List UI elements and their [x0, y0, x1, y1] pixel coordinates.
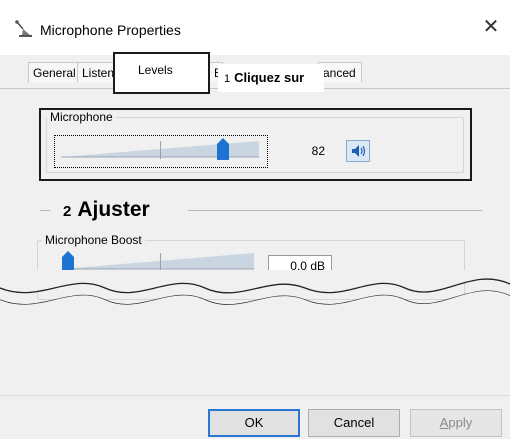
mute-button[interactable] — [346, 140, 370, 162]
divider-line — [40, 210, 50, 211]
microphone-slider-thumb[interactable] — [217, 138, 230, 160]
callout-text: Ajuster — [77, 198, 150, 221]
torn-edge-graphic — [0, 270, 510, 340]
boost-slider-track[interactable] — [62, 252, 254, 270]
tab-label: General — [33, 66, 76, 80]
callout-number: 1 — [224, 73, 231, 85]
tab-general[interactable]: General — [28, 62, 78, 82]
microphone-level-value: 82 — [277, 141, 331, 162]
callout-number: 2 — [63, 203, 72, 220]
tab-label: Levels — [138, 63, 173, 77]
speaker-volume-icon — [352, 145, 366, 157]
microphone-boost-group-label: Microphone Boost — [42, 233, 145, 247]
callout-step-2: 2 Ajuster — [63, 198, 150, 222]
footer-divider — [0, 395, 510, 396]
tab-label: anced — [323, 66, 356, 80]
close-button[interactable]: ✕ — [478, 14, 504, 40]
apply-button-label: pply — [448, 415, 473, 430]
title-bar: Microphone Properties ✕ — [0, 0, 510, 55]
callout-step-1: 1 Cliquez sur — [218, 64, 324, 92]
tab-listen[interactable]: Listen — [77, 62, 117, 82]
ok-button-label: OK — [244, 415, 264, 430]
cancel-button[interactable]: Cancel — [308, 409, 400, 437]
tab-label: Listen — [82, 66, 115, 80]
microphone-icon — [15, 20, 32, 37]
cancel-button-label: Cancel — [333, 415, 375, 430]
microphone-level-text: 82 — [311, 144, 325, 158]
tab-levels[interactable]: Levels — [113, 52, 210, 94]
divider-line — [188, 210, 482, 211]
callout-text: Cliquez sur — [234, 70, 305, 85]
tab-advanced[interactable]: anced — [318, 62, 362, 82]
close-icon: ✕ — [482, 16, 500, 38]
ok-button[interactable]: OK — [208, 409, 300, 437]
slider-tick — [160, 253, 161, 271]
slider-tick — [160, 141, 161, 159]
apply-button[interactable]: Apply — [410, 409, 502, 437]
window-title: Microphone Properties — [40, 22, 181, 38]
